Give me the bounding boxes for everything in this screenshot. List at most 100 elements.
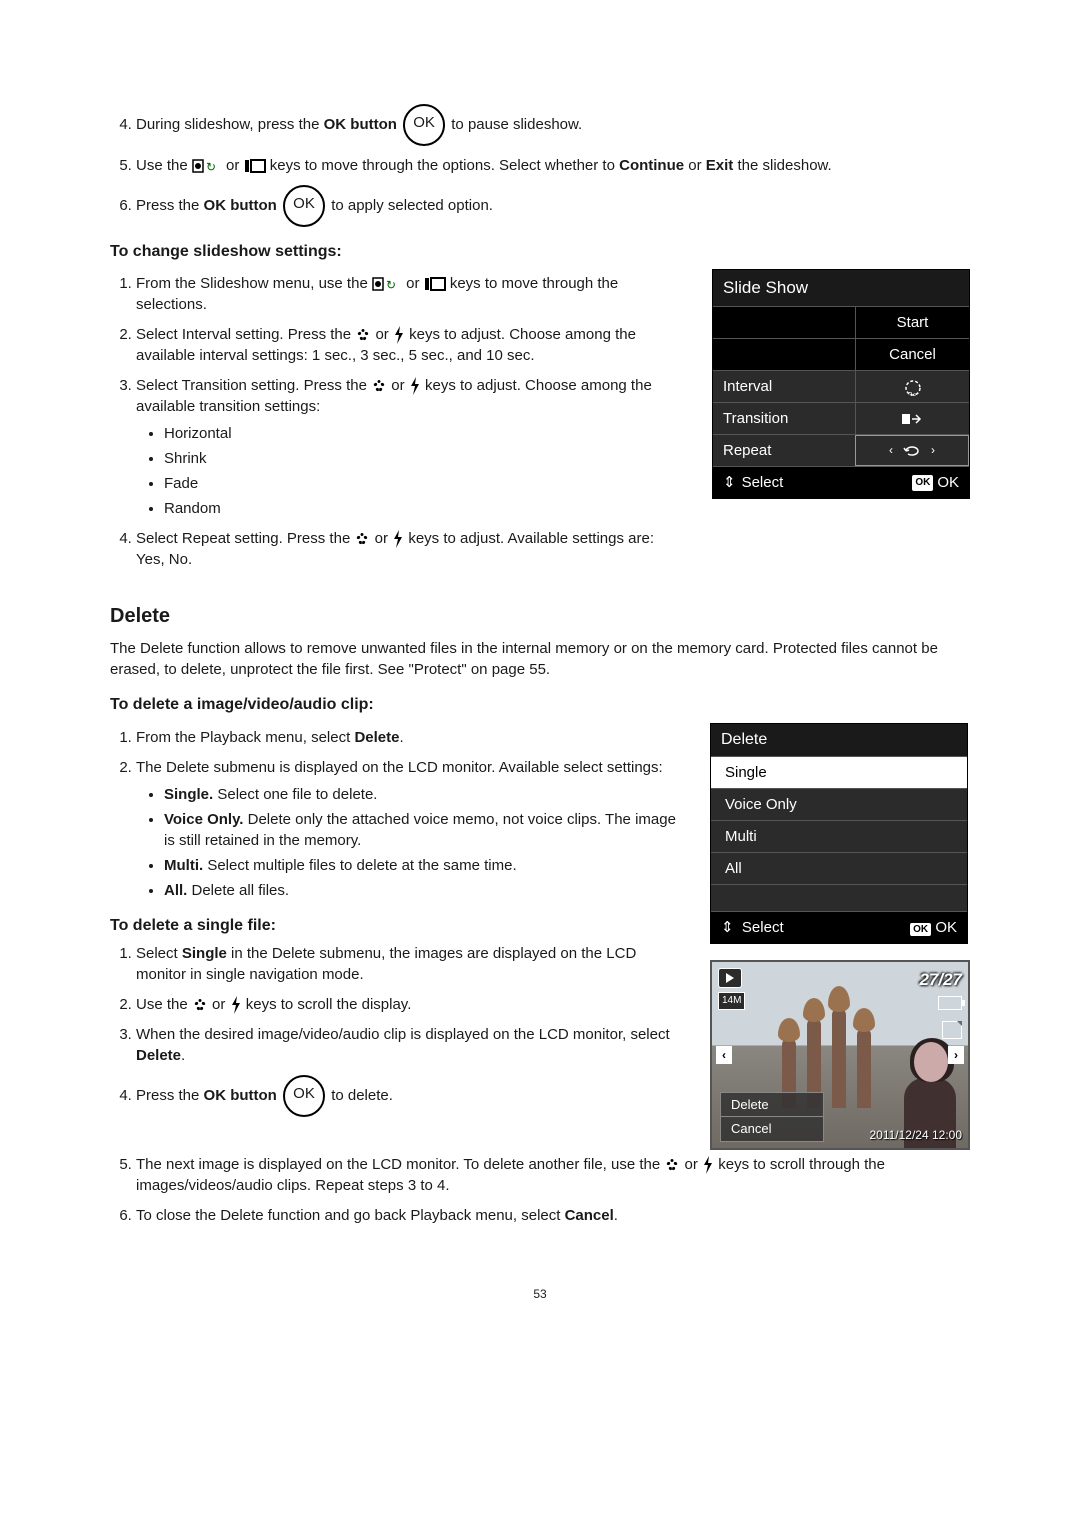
- scenery-shape: [803, 998, 825, 1022]
- ok-button-icon: OK: [283, 185, 325, 227]
- repeat-icon: [903, 444, 921, 458]
- flower-key-icon: [664, 1157, 680, 1173]
- heading-delete: Delete: [110, 602, 970, 630]
- updown-icon: ⇕: [723, 472, 736, 493]
- delete-single-steps-cont: The next image is displayed on the LCD m…: [110, 1154, 970, 1226]
- step-4: During slideshow, press the OK button OK…: [136, 104, 970, 146]
- transition-random: Random: [164, 498, 684, 519]
- macro-key-icon: ↻: [372, 276, 402, 292]
- delete-clip-steps: From the Playback menu, select Delete. T…: [110, 727, 682, 901]
- playback-mode-icon: [718, 968, 742, 988]
- preview-cancel-option[interactable]: Cancel: [720, 1116, 824, 1142]
- delete-clip-step-1: From the Playback menu, select Delete.: [136, 727, 682, 748]
- transition-options: Horizontal Shrink Fade Random: [136, 423, 684, 519]
- delete-single-steps: Select Single in the Delete submenu, the…: [110, 943, 682, 1117]
- page-number: 53: [110, 1286, 970, 1303]
- scenery-shape: [857, 1028, 871, 1108]
- transition-icon: [902, 412, 924, 426]
- interval-icon: 3s: [903, 378, 923, 396]
- change-step-2: Select Interval setting. Press the or ke…: [136, 324, 684, 366]
- macro-key-icon: ↻: [192, 158, 222, 174]
- scenery-shape: [778, 1018, 800, 1042]
- delete-menu-title: Delete: [711, 724, 967, 756]
- memory-card-icon: [942, 1021, 962, 1039]
- ok-badge-icon: OK: [910, 923, 931, 936]
- delete-menu-select-hint: Select: [742, 919, 784, 936]
- slideshow-interval-value[interactable]: 3s: [855, 371, 969, 402]
- scenery-shape: [828, 986, 850, 1012]
- slideshow-repeat-value[interactable]: ‹ ›: [855, 435, 969, 466]
- delete-menu-all[interactable]: All: [711, 852, 967, 884]
- image-counter: 27/27: [919, 968, 962, 992]
- slideshow-panel: Slide Show Start Cancel Interval 3s Tran…: [712, 269, 970, 499]
- delete-menu-ok-hint: OK: [935, 919, 957, 936]
- delete-menu-single[interactable]: Single: [711, 756, 967, 788]
- flash-key-icon: [392, 530, 404, 548]
- battery-icon: [938, 996, 962, 1010]
- slideshow-interval-label: Interval: [713, 371, 855, 402]
- change-step-3: Select Transition setting. Press the or …: [136, 375, 684, 519]
- steps-continued: During slideshow, press the OK button OK…: [110, 104, 970, 227]
- heading-change-settings: To change slideshow settings:: [110, 241, 970, 263]
- slideshow-select-hint: Select: [742, 472, 784, 493]
- change-settings-steps: From the Slideshow menu, use the ↻ or ke…: [110, 273, 684, 570]
- playback-preview: 14M 27/27 ‹ › Delete Cancel 2011/12/24 1…: [710, 960, 970, 1150]
- transition-fade: Fade: [164, 473, 684, 494]
- updown-icon: ⇕: [721, 919, 734, 936]
- delete-opt-multi: Multi. Select multiple files to delete a…: [164, 855, 682, 876]
- delete-opt-single: Single. Select one file to delete.: [164, 784, 682, 805]
- svg-text:↻: ↻: [386, 278, 396, 292]
- ok-button-icon: OK: [403, 104, 445, 146]
- transition-shrink: Shrink: [164, 448, 684, 469]
- single-step-5: The next image is displayed on the LCD m…: [136, 1154, 970, 1196]
- next-arrow-icon[interactable]: ›: [948, 1046, 964, 1064]
- display-key-icon: [424, 276, 446, 292]
- svg-text:3s: 3s: [908, 391, 916, 396]
- flash-key-icon: [409, 377, 421, 395]
- flower-key-icon: [355, 327, 371, 343]
- change-step-4: Select Repeat setting. Press the or keys…: [136, 528, 684, 570]
- preview-delete-option[interactable]: Delete: [720, 1092, 824, 1118]
- slideshow-transition-value[interactable]: [855, 403, 969, 434]
- single-step-4: Press the OK button OK to delete.: [136, 1075, 682, 1117]
- flash-key-icon: [702, 1156, 714, 1174]
- svg-text:↻: ↻: [206, 160, 216, 174]
- delete-opt-all: All. Delete all files.: [164, 880, 682, 901]
- slideshow-ok-hint: OK: [937, 472, 959, 493]
- flower-key-icon: [371, 378, 387, 394]
- delete-menu-voice[interactable]: Voice Only: [711, 788, 967, 820]
- scenery-shape: [853, 1008, 875, 1032]
- prev-arrow-icon[interactable]: ‹: [716, 1046, 732, 1064]
- display-key-icon: [244, 158, 266, 174]
- single-step-2: Use the or keys to scroll the display.: [136, 994, 682, 1015]
- delete-clip-step-2: The Delete submenu is displayed on the L…: [136, 757, 682, 901]
- flower-key-icon: [354, 531, 370, 547]
- chevron-left-icon: ‹: [889, 442, 893, 459]
- single-step-6: To close the Delete function and go back…: [136, 1205, 970, 1226]
- step-6: Press the OK button OK to apply selected…: [136, 185, 970, 227]
- slideshow-cancel[interactable]: Cancel: [855, 339, 969, 370]
- flash-key-icon: [230, 996, 242, 1014]
- single-step-3: When the desired image/video/audio clip …: [136, 1024, 682, 1066]
- single-step-1: Select Single in the Delete submenu, the…: [136, 943, 682, 985]
- chevron-right-icon: ›: [931, 442, 935, 459]
- delete-description: The Delete function allows to remove unw…: [110, 638, 970, 680]
- heading-delete-single: To delete a single file:: [110, 915, 682, 937]
- preview-timestamp: 2011/12/24 12:00: [869, 1127, 962, 1144]
- step-5: Use the ↻ or keys to move through the op…: [136, 155, 970, 176]
- resolution-badge: 14M: [718, 992, 745, 1010]
- flower-key-icon: [192, 997, 208, 1013]
- delete-menu-panel: Delete Single Voice Only Multi All ⇕ Sel…: [710, 723, 968, 944]
- delete-options: Single. Select one file to delete. Voice…: [136, 784, 682, 901]
- ok-badge-icon: OK: [912, 475, 933, 491]
- flash-key-icon: [393, 326, 405, 344]
- delete-menu-multi[interactable]: Multi: [711, 820, 967, 852]
- change-step-1: From the Slideshow menu, use the ↻ or ke…: [136, 273, 684, 315]
- slideshow-panel-title: Slide Show: [713, 270, 969, 306]
- slideshow-transition-label: Transition: [713, 403, 855, 434]
- scenery-shape: [832, 1008, 846, 1108]
- heading-delete-clip: To delete a image/video/audio clip:: [110, 694, 970, 716]
- slideshow-start[interactable]: Start: [855, 307, 969, 338]
- slideshow-repeat-label: Repeat: [713, 435, 855, 466]
- transition-horizontal: Horizontal: [164, 423, 684, 444]
